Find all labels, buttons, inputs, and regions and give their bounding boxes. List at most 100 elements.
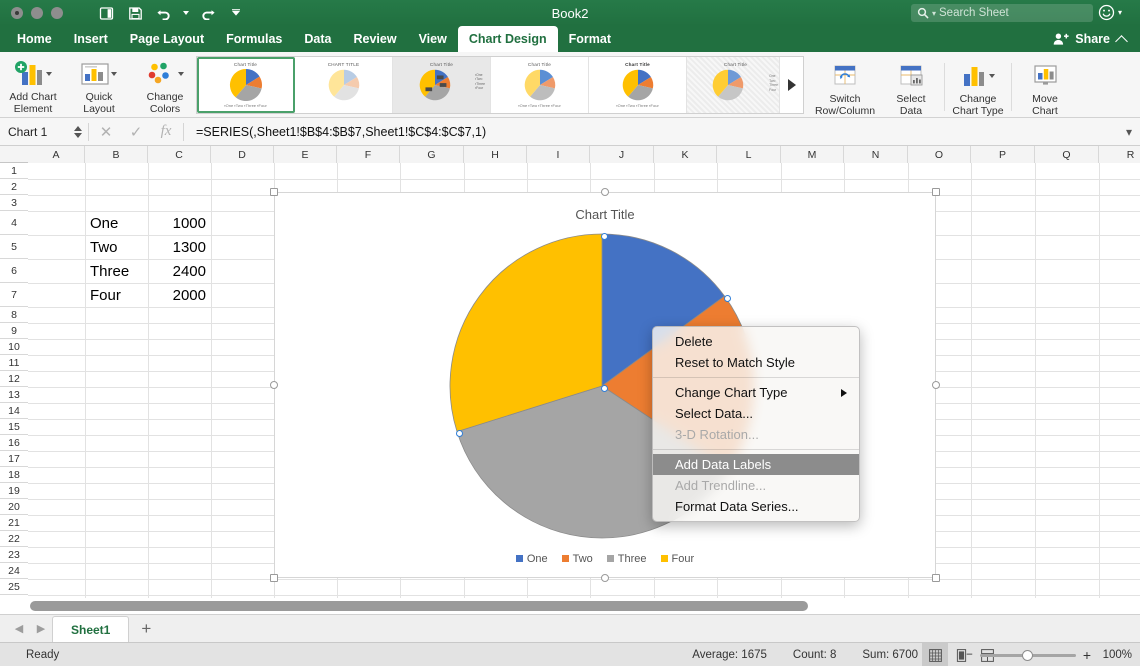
nav-next-icon[interactable]: ▶: [30, 622, 52, 635]
switch-row-column-button[interactable]: Switch Row/Column: [812, 57, 878, 117]
row-header-6[interactable]: 6: [0, 259, 28, 283]
row-header-7[interactable]: 7: [0, 283, 28, 307]
chart-style-gallery[interactable]: Chart Title ▪One ▪Two ▪Three ▪Four CHART…: [196, 56, 804, 114]
chart-style-option[interactable]: Chart Title ▪One ▪Two ▪Three ▪Four: [491, 57, 589, 113]
customize-icon[interactable]: [223, 2, 249, 24]
row-header-19[interactable]: 19: [0, 483, 28, 499]
tab-chart-design[interactable]: Chart Design: [457, 26, 558, 52]
chevron-down-icon[interactable]: ▾: [1118, 8, 1122, 17]
chart-resize-handle-n[interactable]: [601, 188, 609, 196]
zoom-out-button[interactable]: −: [966, 649, 973, 661]
column-header-f[interactable]: F: [337, 146, 400, 163]
chart-style-option[interactable]: Chart Title ▪One ▪Two ▪Three ▪Four: [393, 57, 491, 113]
series-point-handle[interactable]: [456, 430, 463, 437]
column-header-q[interactable]: Q: [1035, 146, 1099, 163]
close-button[interactable]: [11, 7, 23, 19]
select-data-button[interactable]: Select Data: [878, 57, 944, 117]
tab-insert[interactable]: Insert: [63, 26, 119, 52]
row-header-17[interactable]: 17: [0, 451, 28, 467]
row-header-16[interactable]: 16: [0, 435, 28, 451]
chart-resize-handle-w[interactable]: [270, 381, 278, 389]
chart-resize-handle-s[interactable]: [601, 574, 609, 582]
horizontal-scroll-area[interactable]: [0, 598, 1140, 614]
nav-prev-icon[interactable]: ◀: [8, 622, 30, 635]
cell-B6[interactable]: Three: [85, 259, 148, 283]
cell-B4[interactable]: One: [85, 211, 148, 235]
search-box[interactable]: ▾ Search Sheet: [911, 4, 1093, 22]
series-point-handle[interactable]: [601, 385, 608, 392]
column-header-c[interactable]: C: [148, 146, 211, 163]
zoom-slider-knob[interactable]: [1021, 649, 1033, 661]
name-box-spinner[interactable]: [70, 125, 86, 138]
menu-item-delete[interactable]: Delete: [653, 331, 859, 352]
chart-style-option[interactable]: Chart Title One Two Three Four: [687, 57, 785, 113]
column-header-i[interactable]: I: [527, 146, 590, 163]
column-header-l[interactable]: L: [717, 146, 781, 163]
cell-C7[interactable]: 2000: [148, 283, 211, 307]
chevron-down-icon[interactable]: [46, 72, 52, 76]
chart-style-option[interactable]: CHART TITLE: [295, 57, 393, 113]
row-header-8[interactable]: 8: [0, 307, 28, 323]
undo-icon[interactable]: [151, 2, 177, 24]
undo-dropdown-icon[interactable]: [180, 2, 191, 24]
gallery-next-icon[interactable]: [779, 57, 803, 113]
series-point-handle[interactable]: [724, 295, 731, 302]
column-header-g[interactable]: G: [400, 146, 464, 163]
save-icon[interactable]: [122, 2, 148, 24]
add-sheet-button[interactable]: +: [129, 619, 163, 639]
row-header-5[interactable]: 5: [0, 235, 28, 259]
cancel-icon[interactable]: ✕: [91, 123, 121, 141]
row-header-21[interactable]: 21: [0, 515, 28, 531]
row-header-22[interactable]: 22: [0, 531, 28, 547]
function-fx-icon[interactable]: fx: [151, 123, 181, 140]
column-header-h[interactable]: H: [464, 146, 527, 163]
chart-resize-handle-se[interactable]: [932, 574, 940, 582]
series-point-handle[interactable]: [601, 233, 608, 240]
tab-page-layout[interactable]: Page Layout: [119, 26, 215, 52]
row-header-3[interactable]: 3: [0, 195, 28, 211]
zoom-slider[interactable]: [979, 649, 1076, 661]
row-header-20[interactable]: 20: [0, 499, 28, 515]
horizontal-scrollbar[interactable]: [30, 601, 808, 611]
column-header-d[interactable]: D: [211, 146, 274, 163]
cell-C5[interactable]: 1300: [148, 235, 211, 259]
minimize-button[interactable]: [31, 7, 43, 19]
context-menu[interactable]: Delete Reset to Match Style Change Chart T…: [652, 326, 860, 522]
menu-item-add-data-labels[interactable]: Add Data Labels: [653, 454, 859, 475]
zoom-in-button[interactable]: +: [1083, 647, 1091, 663]
normal-view-icon[interactable]: [922, 643, 948, 666]
column-header-m[interactable]: M: [781, 146, 844, 163]
tab-view[interactable]: View: [408, 26, 458, 52]
tab-data[interactable]: Data: [293, 26, 342, 52]
sheet-tab-sheet1[interactable]: Sheet1: [52, 615, 130, 643]
tab-formulas[interactable]: Formulas: [215, 26, 293, 52]
search-scope-chevron-icon[interactable]: ▾: [932, 9, 936, 18]
row-header-11[interactable]: 11: [0, 355, 28, 371]
formula-bar-expand-icon[interactable]: ▾: [1118, 125, 1140, 139]
formula-input[interactable]: =SERIES(,Sheet1!$B$4:$B$7,Sheet1!$C$4:$C…: [186, 125, 1118, 139]
column-header-r[interactable]: R: [1099, 146, 1140, 163]
tab-format[interactable]: Format: [558, 26, 622, 52]
menu-item-reset-to-match-style[interactable]: Reset to Match Style: [653, 352, 859, 373]
column-header-a[interactable]: A: [28, 146, 85, 163]
share-button[interactable]: Share: [1075, 32, 1110, 46]
column-header-n[interactable]: N: [844, 146, 908, 163]
row-header-14[interactable]: 14: [0, 403, 28, 419]
change-chart-type-button[interactable]: Change Chart Type: [945, 57, 1011, 117]
row-header-23[interactable]: 23: [0, 547, 28, 563]
accept-icon[interactable]: ✓: [121, 123, 151, 141]
chart-resize-handle-e[interactable]: [932, 381, 940, 389]
chart-resize-handle-nw[interactable]: [270, 188, 278, 196]
chart-resize-handle-ne[interactable]: [932, 188, 940, 196]
chevron-down-icon[interactable]: [989, 74, 995, 78]
cell-B5[interactable]: Two: [85, 235, 148, 259]
menu-item-select-data[interactable]: Select Data...: [653, 403, 859, 424]
move-chart-button[interactable]: Move Chart: [1012, 57, 1078, 117]
chevron-down-icon[interactable]: [178, 72, 184, 76]
tab-review[interactable]: Review: [342, 26, 407, 52]
column-header-e[interactable]: E: [274, 146, 337, 163]
row-header-15[interactable]: 15: [0, 419, 28, 435]
row-header-18[interactable]: 18: [0, 467, 28, 483]
zoom-controls[interactable]: − + 100%: [966, 643, 1132, 666]
row-header-24[interactable]: 24: [0, 563, 28, 579]
